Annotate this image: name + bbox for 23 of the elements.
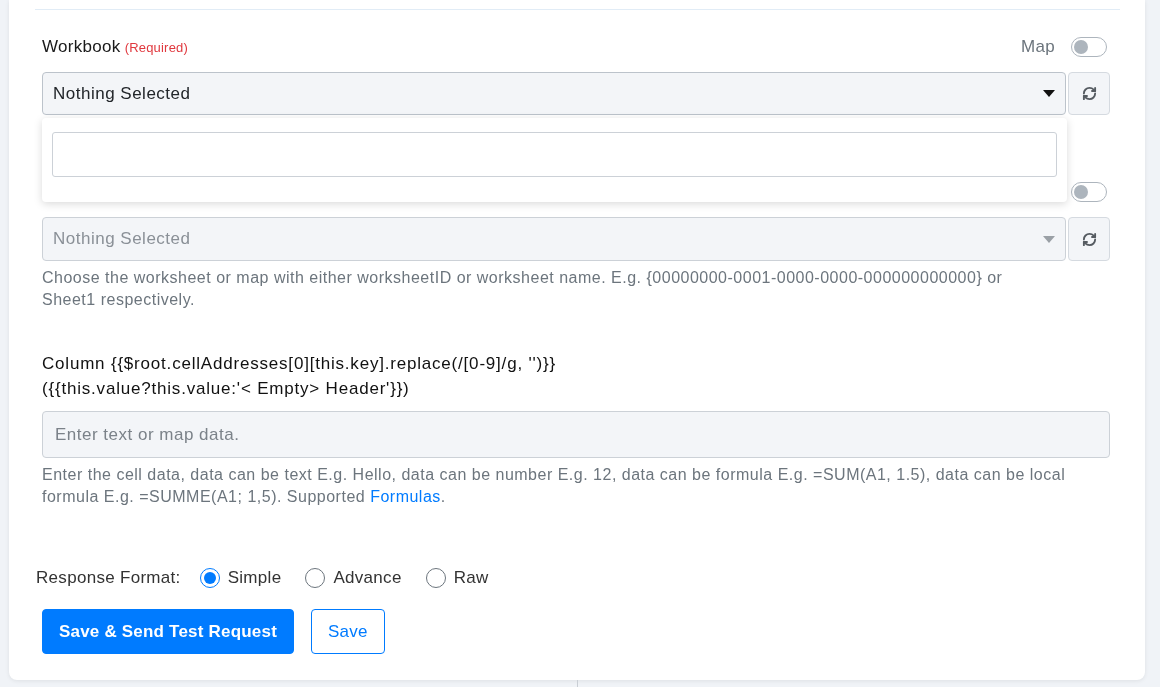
- help-text: Choose the worksheet or map with either worksheetID or worksheet name. E.g. {00000000-0001-0000-0000-000000000000} or Sheet1 respectively.: [42, 268, 1004, 310]
- refresh-icon: [1081, 86, 1097, 101]
- refresh-icon: [1081, 231, 1097, 247]
- dropdown-select[interactable]: Nothing Selected: [42, 72, 1066, 115]
- save-send-button[interactable]: Save & Send Test Request: [42, 609, 294, 654]
- field-label: Column {{$root.cellAddresses[0][this.key].replace(/[0-9]/g, '')}} ({{this.value?this.value:'< Empty> Header'}}): [42, 353, 557, 400]
- caret-icon: [1043, 90, 1055, 97]
- map-toggle[interactable]: [1071, 37, 1107, 57]
- radio-label: Raw: [453, 568, 489, 588]
- map-label: Map: [1021, 37, 1055, 57]
- response-format-label: Response Format:: [36, 568, 181, 588]
- refresh-button[interactable]: [1068, 72, 1110, 115]
- field-label: Workbook: [42, 37, 121, 57]
- save-button[interactable]: Save: [311, 609, 385, 654]
- search-field[interactable]: [52, 132, 1057, 177]
- caret-icon: [1043, 235, 1055, 243]
- radio-label: Simple: [227, 568, 282, 588]
- help-text: Enter the cell data, data can be text E.g. Hello, data can be number E.g. 12, data can be formula E.g. =SUM(A1, 1.5), data can be local formula E.g. =SUMME(A1; 1,5). Supported Formulas.: [42, 465, 1067, 507]
- text-input[interactable]: Enter text or map data.: [42, 411, 1110, 458]
- radio-label: Advance: [333, 568, 402, 588]
- refresh-button[interactable]: [1068, 217, 1110, 261]
- required-note: (Required): [124, 40, 189, 55]
- formulas-link[interactable]: Formulas: [370, 488, 441, 505]
